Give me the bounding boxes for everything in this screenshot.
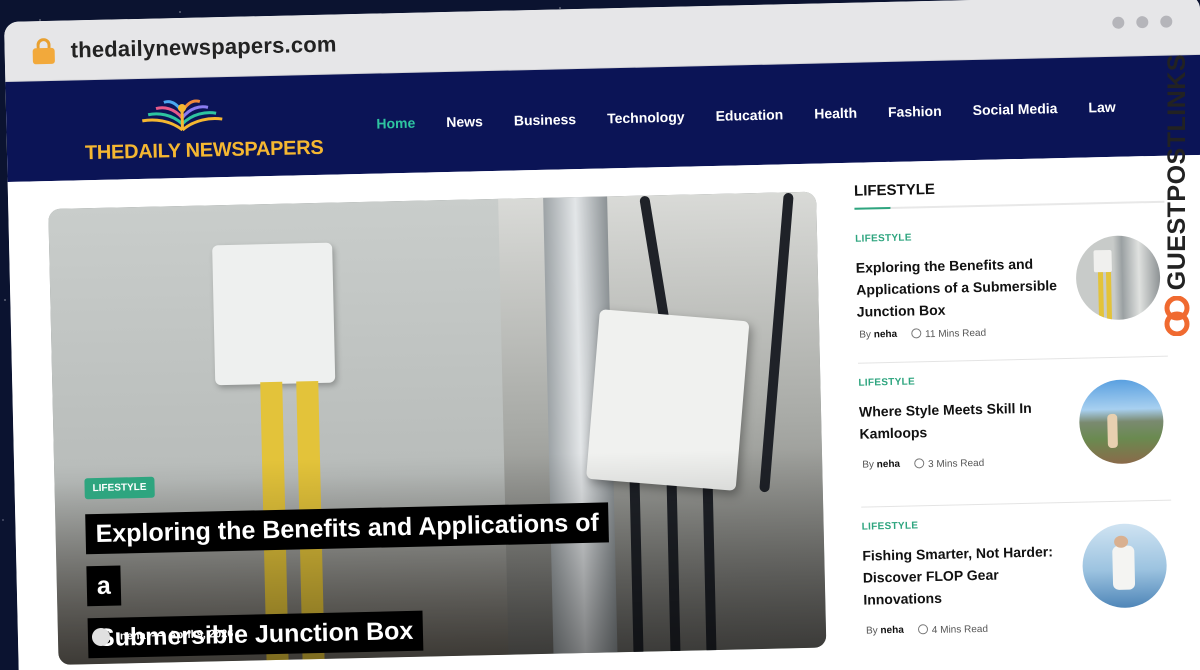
avatar — [91, 627, 111, 647]
hero-author[interactable]: neha — [120, 630, 146, 643]
guestpostlinks-watermark: GUESTPOSTLINKS — [1162, 54, 1192, 354]
sidebar-divider — [854, 200, 1165, 210]
hero-date: April 9, 2026 — [168, 627, 234, 642]
post-author[interactable]: neha — [880, 625, 904, 637]
sidebar-post[interactable]: LIFESTYLE Where Style Meets Skill In Kam… — [858, 370, 1172, 508]
clock-icon — [913, 458, 925, 469]
post-thumbnail[interactable] — [1075, 234, 1162, 321]
post-read-time: 11 Mins Read — [925, 327, 987, 341]
watermark-text: GUESTPOSTLINKS — [1162, 54, 1191, 291]
post-title[interactable]: Where Style Meets Skill In Kamloops — [859, 396, 1070, 445]
sidebar: LIFESTYLE LIFESTYLE Exploring the Benefi… — [854, 176, 1175, 666]
nav-law[interactable]: Law — [1088, 99, 1116, 116]
post-by: By — [865, 625, 878, 637]
junction-box-image — [212, 242, 336, 386]
nav-news[interactable]: News — [446, 113, 483, 130]
clock-icon — [910, 328, 922, 339]
post-by: By — [859, 329, 872, 341]
post-meta: By neha 11 Mins Read — [859, 327, 986, 342]
post-author[interactable]: neha — [874, 329, 898, 341]
post-thumbnail[interactable] — [1078, 378, 1165, 465]
nav-business[interactable]: Business — [514, 111, 577, 128]
post-meta: By neha 4 Mins Read — [866, 623, 988, 638]
post-title[interactable]: Exploring the Benefits and Applications … — [856, 252, 1067, 323]
post-title[interactable]: Fishing Smarter, Not Harder: Discover FL… — [862, 540, 1073, 611]
window-controls — [1112, 15, 1173, 29]
nav-technology[interactable]: Technology — [607, 109, 685, 127]
hero-category-badge[interactable]: LIFESTYLE — [84, 476, 155, 500]
post-by: By — [862, 459, 875, 471]
post-read-time: 4 Mins Read — [931, 623, 989, 637]
sidebar-heading: LIFESTYLE — [853, 180, 936, 200]
hero-meta: neha — April 9, 2026 — [91, 625, 234, 647]
window-dot-icon[interactable] — [1160, 15, 1173, 28]
url-text[interactable]: thedailynewspapers.com — [70, 31, 337, 63]
window-dot-icon[interactable] — [1112, 16, 1125, 29]
hero-separator: — — [151, 629, 163, 642]
nav-social-media[interactable]: Social Media — [972, 100, 1057, 118]
sidebar-post[interactable]: LIFESTYLE Fishing Smarter, Not Harder: D… — [862, 515, 1175, 652]
link-icon — [1164, 296, 1190, 337]
hero-article[interactable]: LIFESTYLE Exploring the Benefits and App… — [48, 191, 827, 665]
browser-window: thedailynewspapers.com THEDAILY NEWSPAPE… — [4, 0, 1200, 670]
nav-education[interactable]: Education — [715, 106, 783, 124]
post-thumbnail[interactable] — [1081, 522, 1168, 609]
nav-fashion[interactable]: Fashion — [888, 103, 942, 120]
logo-text: THEDAILY NEWSPAPERS — [84, 136, 324, 165]
open-book-icon — [141, 99, 223, 132]
site-logo[interactable]: THEDAILY NEWSPAPERS — [84, 83, 324, 172]
main-content: LIFESTYLE Exploring the Benefits and App… — [7, 154, 1200, 670]
nav-home[interactable]: Home — [376, 115, 415, 132]
post-meta: By neha 3 Mins Read — [862, 457, 984, 472]
hero-title-line[interactable]: Exploring the Benefits and Applications … — [85, 502, 610, 607]
clock-icon — [917, 624, 928, 635]
post-author[interactable]: neha — [877, 459, 901, 471]
main-nav: Home News Business Technology Education … — [376, 99, 1116, 132]
post-read-time: 3 Mins Read — [927, 457, 985, 471]
window-dot-icon[interactable] — [1136, 16, 1149, 29]
nav-health[interactable]: Health — [814, 105, 857, 122]
lock-icon — [32, 37, 55, 64]
sidebar-post[interactable]: LIFESTYLE Exploring the Benefits and App… — [855, 226, 1168, 364]
